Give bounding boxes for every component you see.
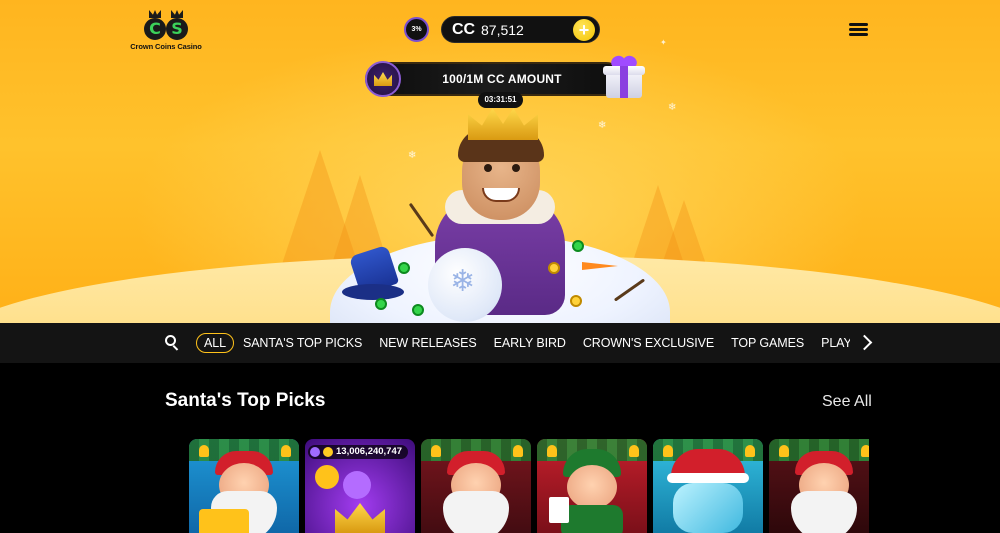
promo-label: 100/1M CC AMOUNT	[442, 72, 562, 86]
snowflake-icon: ✦	[660, 38, 667, 47]
coin-icon	[323, 447, 333, 457]
tab-santas-top-picks[interactable]: SANTA'S TOP PICKS	[243, 336, 362, 350]
game-card[interactable]	[653, 439, 763, 533]
logo-text: Crown Coins Casino	[130, 42, 202, 51]
category-tabs: ALL SANTA'S TOP PICKS NEW RELEASES EARLY…	[196, 323, 850, 363]
game-card[interactable]	[537, 439, 647, 533]
coin-icon	[375, 298, 387, 310]
jackpot-badge: 13,006,240,747	[308, 445, 409, 459]
game-card[interactable]	[421, 439, 531, 533]
coin-icon	[398, 262, 410, 274]
snowflake-icon: ❄	[408, 150, 417, 161]
search-icon[interactable]	[165, 335, 181, 351]
game-card[interactable]: 13,006,240,747	[305, 439, 415, 533]
top-hat	[342, 244, 404, 312]
tab-crowns-exclusive[interactable]: CROWN'S EXCLUSIVE	[583, 336, 714, 350]
currency-label: CC	[452, 21, 476, 38]
snowflake-icon: ❄	[598, 120, 607, 131]
section-title: Santa's Top Picks	[165, 390, 326, 411]
logo-letter: S	[166, 18, 188, 40]
game-card[interactable]	[189, 439, 299, 533]
logo[interactable]: C S Crown Coins Casino	[128, 6, 204, 54]
tab-top-games[interactable]: TOP GAMES	[731, 336, 804, 350]
add-coins-button[interactable]: +	[573, 19, 595, 41]
snowball: ❄	[428, 248, 502, 322]
chevron-right-icon[interactable]	[856, 333, 874, 353]
tab-early-bird[interactable]: EARLY BIRD	[494, 336, 566, 350]
crown-icon	[310, 447, 320, 457]
gift-icon[interactable]	[603, 53, 645, 100]
tab-all[interactable]: ALL	[196, 333, 234, 353]
tab-new-releases[interactable]: NEW RELEASES	[379, 336, 477, 350]
games-section: Santa's Top Picks See All 13,006,240,747	[0, 363, 1000, 533]
crown-icon	[468, 108, 538, 140]
game-carousel: 13,006,240,747	[189, 439, 869, 533]
category-nav: ALL SANTA'S TOP PICKS NEW RELEASES EARLY…	[0, 323, 1000, 363]
coin-icon	[548, 262, 560, 274]
promo-timer: 03:31:51	[478, 92, 523, 108]
snowflake-icon: ❄	[668, 102, 677, 113]
coin-icon	[570, 295, 582, 307]
see-all-link[interactable]: See All	[822, 393, 872, 411]
hamburger-icon[interactable]	[849, 20, 869, 38]
game-card[interactable]	[769, 439, 869, 533]
logo-letter: C	[144, 18, 166, 40]
level-progress-badge[interactable]: 3%	[404, 17, 429, 42]
coin-icon	[572, 240, 584, 252]
crown-icon	[149, 10, 161, 18]
crown-icon	[171, 10, 183, 18]
tab-playson[interactable]: PLAYSON ...	[821, 336, 850, 350]
coin-icon	[412, 304, 424, 316]
coin-balance[interactable]: CC 87,512 +	[441, 16, 600, 43]
promo-banner[interactable]: 100/1M CC AMOUNT	[365, 61, 623, 97]
balance-amount: 87,512	[481, 22, 524, 38]
jackpot-amount: 13,006,240,747	[336, 446, 403, 457]
